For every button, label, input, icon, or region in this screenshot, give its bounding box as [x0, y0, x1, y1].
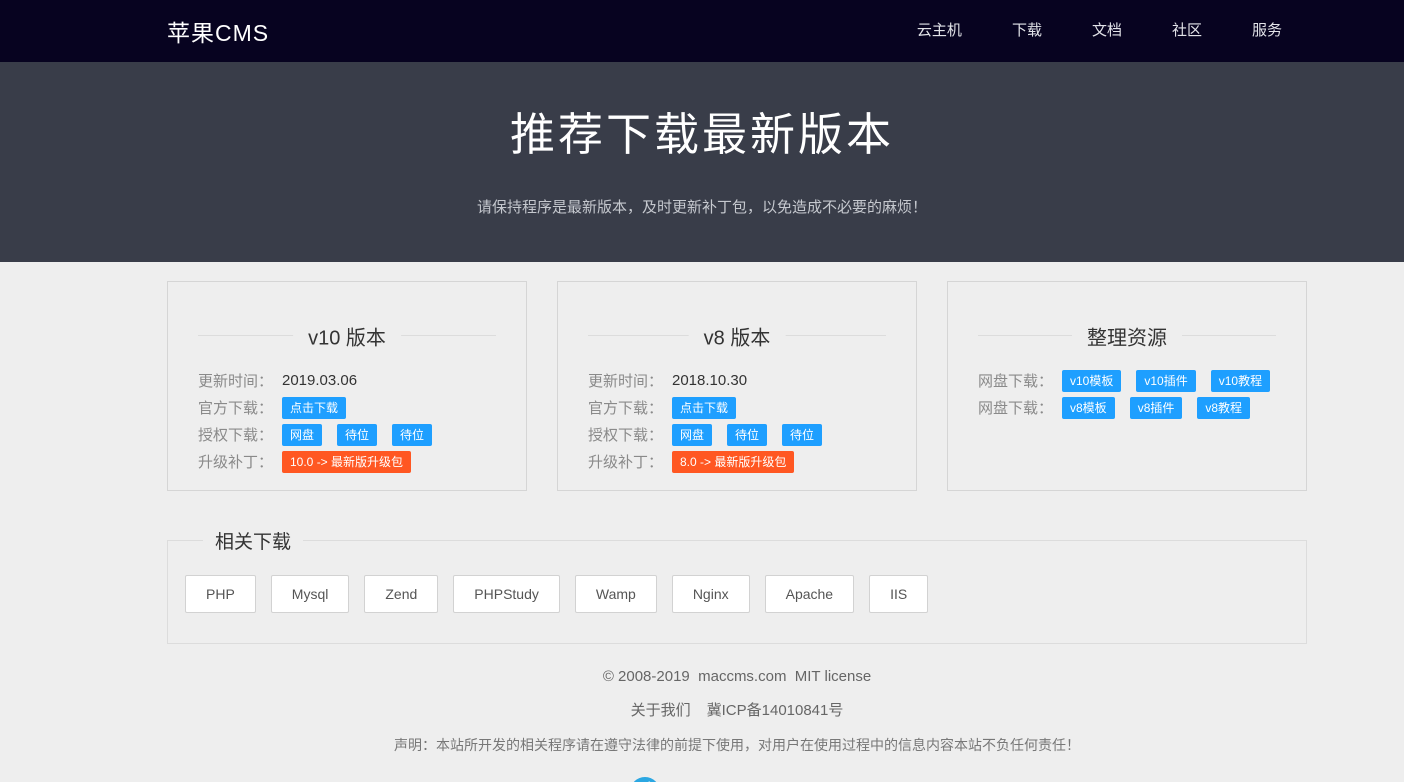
row-label: 升级补丁： [198, 451, 282, 472]
card-row: 升级补丁：8.0 -> 最新版升级包 [588, 448, 886, 475]
card-row: 网盘下载：v8模板 v8插件 v8教程 [978, 394, 1276, 421]
page-footer: © 2008-2019 maccms.com MIT license 关于我们冀… [167, 668, 1307, 782]
disclaimer-line: 声明：本站所开发的相关程序请在遵守法律的前提下使用，对用户在使用过程中的信息内容… [167, 735, 1307, 755]
card-row: 授权下载：网盘待位待位 [588, 421, 886, 448]
download-button[interactable]: v10教程 [1211, 370, 1270, 392]
version-card: v10 版本更新时间：2019.03.06官方下载：点击下载授权下载：网盘待位待… [167, 281, 527, 491]
download-button[interactable]: 待位 [337, 424, 377, 446]
row-label: 更新时间： [588, 370, 672, 391]
related-php-button[interactable]: PHP [185, 575, 256, 613]
download-button[interactable]: v10模板 [1062, 370, 1121, 392]
download-button[interactable]: 点击下载 [672, 397, 736, 419]
row-label: 官方下载： [198, 397, 282, 418]
related-mysql-button[interactable]: Mysql [271, 575, 350, 613]
card-row: 网盘下载：v10模板 v10插件 v10教程 [978, 367, 1276, 394]
related-downloads-section: 相关下载 PHP Mysql Zend PHPStudy Wamp Nginx Apache… [167, 527, 1307, 644]
cdn-sponsor-row: 又拍云 提供 CDN 赞助 [167, 776, 1307, 782]
upyun-logo-icon[interactable] [630, 777, 660, 782]
card-title-rule: 整理资源 [978, 335, 1276, 336]
copyright-line: © 2008-2019 maccms.com MIT license [167, 668, 1307, 685]
footer-links: 关于我们冀ICP备14010841号 [167, 699, 1307, 720]
download-button[interactable]: v8模板 [1062, 397, 1115, 419]
hero-subtitle: 请保持程序是最新版本，及时更新补丁包，以免造成不必要的麻烦！ [0, 196, 1404, 217]
row-label: 升级补丁： [588, 451, 672, 472]
card-title-rule: v8 版本 [588, 335, 886, 336]
row-value: 2019.03.06 [282, 372, 357, 389]
row-label: 官方下载： [588, 397, 672, 418]
row-label: 网盘下载： [978, 370, 1062, 391]
download-button[interactable]: 点击下载 [282, 397, 346, 419]
cards-row: v10 版本更新时间：2019.03.06官方下载：点击下载授权下载：网盘待位待… [167, 281, 1307, 491]
card-row: 更新时间：2019.03.06 [198, 367, 496, 394]
card-title: v10 版本 [293, 322, 401, 351]
card-title: v8 版本 [689, 322, 786, 351]
icp-link[interactable]: 冀ICP备14010841号 [707, 702, 844, 719]
nav-item[interactable]: 云主机 [892, 0, 987, 62]
download-button[interactable]: 待位 [727, 424, 767, 446]
nav-item[interactable]: 服务 [1227, 0, 1307, 62]
card-row: 官方下载：点击下载 [198, 394, 496, 421]
row-value: 2018.10.30 [672, 372, 747, 389]
download-button[interactable]: 待位 [782, 424, 822, 446]
version-card: 整理资源网盘下载：v10模板v10插件v10教程网盘下载：v8模板v8插件v8教… [947, 281, 1307, 491]
nav-menu: 云主机下载文档社区服务 [892, 0, 1307, 62]
download-button[interactable]: v8教程 [1197, 397, 1250, 419]
hero-title: 推荐下载最新版本 [0, 62, 1404, 163]
related-nginx-button[interactable]: Nginx [672, 575, 750, 613]
related-zend-button[interactable]: Zend [364, 575, 438, 613]
row-label: 授权下载： [588, 424, 672, 445]
card-row: 更新时间：2018.10.30 [588, 367, 886, 394]
download-button[interactable]: 待位 [392, 424, 432, 446]
card-title-rule: v10 版本 [198, 335, 496, 336]
card-row: 官方下载：点击下载 [588, 394, 886, 421]
download-button[interactable]: v10插件 [1136, 370, 1195, 392]
nav-item[interactable]: 社区 [1147, 0, 1227, 62]
version-card: v8 版本更新时间：2018.10.30官方下载：点击下载授权下载：网盘待位待位… [557, 281, 917, 491]
row-label: 网盘下载： [978, 397, 1062, 418]
top-navbar: 苹果CMS 云主机下载文档社区服务 [0, 0, 1404, 62]
row-label: 授权下载： [198, 424, 282, 445]
download-button[interactable]: 网盘 [282, 424, 322, 446]
card-title: 整理资源 [1072, 322, 1182, 351]
site-logo[interactable]: 苹果CMS [167, 14, 269, 48]
main-content: v10 版本更新时间：2019.03.06官方下载：点击下载授权下载：网盘待位待… [167, 281, 1307, 782]
upyun-brand-text[interactable]: 又拍云 [667, 776, 733, 782]
row-label: 更新时间： [198, 370, 282, 391]
related-apache-button[interactable]: Apache [765, 575, 854, 613]
download-button[interactable]: 网盘 [672, 424, 712, 446]
card-row: 授权下载：网盘待位待位 [198, 421, 496, 448]
download-button[interactable]: v8插件 [1130, 397, 1183, 419]
hero-banner: 推荐下载最新版本 请保持程序是最新版本，及时更新补丁包，以免造成不必要的麻烦！ [0, 62, 1404, 262]
upgrade-patch-button[interactable]: 10.0 -> 最新版升级包 [282, 451, 411, 473]
related-buttons: PHP Mysql Zend PHPStudy Wamp Nginx Apache IIS [185, 575, 1289, 613]
card-row: 升级补丁：10.0 -> 最新版升级包 [198, 448, 496, 475]
nav-item[interactable]: 文档 [1067, 0, 1147, 62]
related-downloads-title: 相关下载 [203, 527, 303, 554]
related-phpstudy-button[interactable]: PHPStudy [453, 575, 560, 613]
nav-item[interactable]: 下载 [987, 0, 1067, 62]
related-wamp-button[interactable]: Wamp [575, 575, 657, 613]
about-link[interactable]: 关于我们 [631, 702, 691, 719]
upgrade-patch-button[interactable]: 8.0 -> 最新版升级包 [672, 451, 794, 473]
related-iis-button[interactable]: IIS [869, 575, 928, 613]
